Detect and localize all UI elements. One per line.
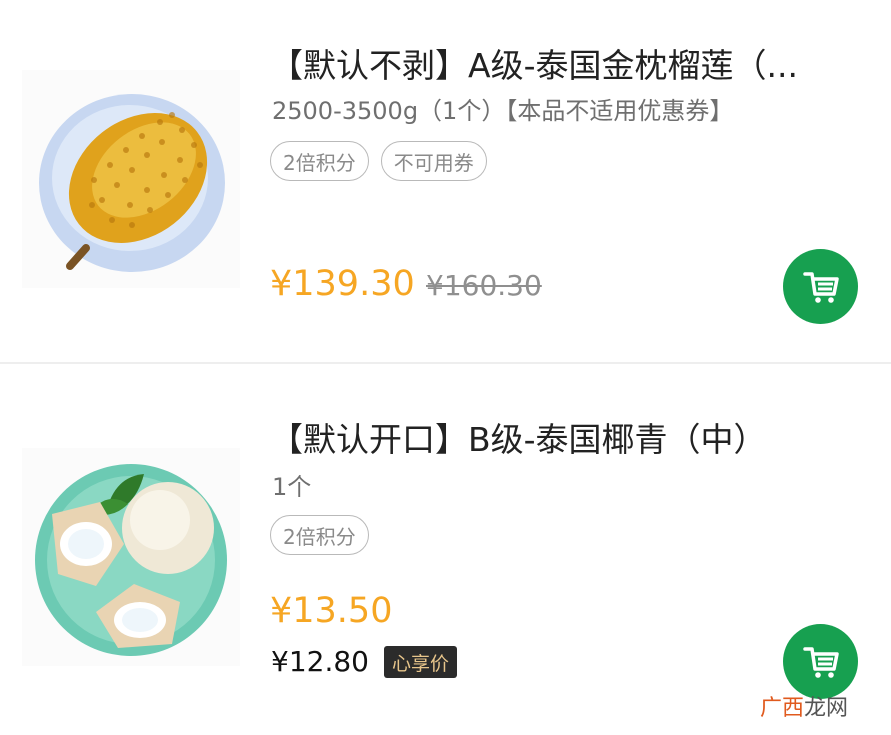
product-title[interactable]: 【默认开口】B级-泰国椰青（中） bbox=[270, 420, 870, 460]
no-coupon-tag: 不可用券 bbox=[380, 141, 487, 181]
product-price: ¥13.50 bbox=[270, 591, 393, 631]
coconut-image bbox=[35, 464, 227, 656]
points-tag: 2倍积分 bbox=[270, 515, 369, 555]
product-subtitle: 1个 bbox=[272, 473, 312, 501]
watermark-part1: 广西 bbox=[760, 696, 805, 721]
watermark-part2: 龙网 bbox=[804, 696, 849, 721]
product-image-frame[interactable] bbox=[22, 448, 240, 666]
product-tags: 2倍积分 不可用券 bbox=[270, 141, 487, 181]
product-price: ¥139.30 bbox=[270, 264, 415, 304]
add-to-cart-button[interactable] bbox=[783, 624, 858, 699]
cart-icon bbox=[802, 646, 839, 678]
product-subtitle: 2500-3500g（1个）【本品不适用优惠券】 bbox=[272, 97, 734, 125]
member-price: ¥12.80 bbox=[271, 645, 369, 678]
site-watermark: 广西龙网 bbox=[760, 690, 848, 722]
points-tag: 2倍积分 bbox=[270, 141, 369, 181]
product-tags: 2倍积分 bbox=[270, 515, 369, 555]
member-price-badge: 心享价 bbox=[384, 646, 458, 678]
product-card-coconut[interactable]: 【默认开口】B级-泰国椰青（中） 1个 2倍积分 ¥13.50 ¥12.80 bbox=[0, 364, 891, 735]
product-card-durian[interactable]: 【默认不剥】A级-泰国金枕榴莲（... 2500-3500g（1个）【本品不适用… bbox=[0, 0, 891, 362]
original-price: ¥160.30 bbox=[426, 269, 542, 302]
add-to-cart-button[interactable] bbox=[783, 249, 858, 324]
product-title[interactable]: 【默认不剥】A级-泰国金枕榴莲（... bbox=[270, 46, 870, 86]
cart-icon bbox=[802, 271, 839, 303]
product-image-frame[interactable] bbox=[22, 70, 240, 288]
durian-image bbox=[39, 94, 225, 272]
